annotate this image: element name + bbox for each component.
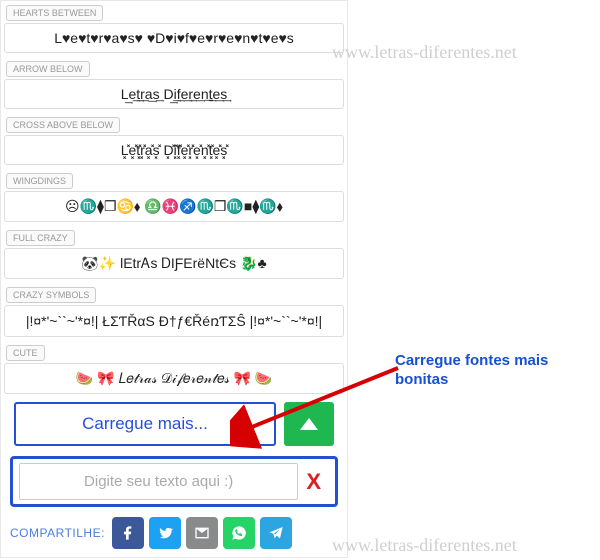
watermark: www.letras-diferentes.net — [332, 42, 517, 63]
caret-up-icon — [300, 418, 318, 430]
share-twitter-button[interactable] — [149, 517, 181, 549]
load-more-button[interactable]: Carregue mais... — [14, 402, 276, 446]
share-whatsapp-button[interactable] — [223, 517, 255, 549]
style-output-wingdings[interactable]: ☹♏⧫❒♋⬧ ♎♓♐♏❒♏■⧫♏⬧ — [4, 191, 344, 222]
style-output-cute[interactable]: 🍉 🎀 𝐿𝑒𝓉𝓇𝒶𝓈 𝒟𝒾𝒻𝑒𝓇𝑒𝓃𝓉𝑒𝓈 🎀 🍉 — [4, 363, 344, 394]
share-facebook-button[interactable] — [112, 517, 144, 549]
annotation-callout: Carregue fontes mais bonitas — [395, 352, 585, 390]
style-block: CROSS ABOVE BELOW L͓̽e͓̽t͓̽r͓̽a͓̽s͓̽ D͓̽… — [4, 115, 344, 165]
style-label: FULL CRAZY — [6, 230, 75, 246]
share-row: COMPARTILHE: — [4, 517, 344, 549]
twitter-icon — [157, 525, 173, 541]
style-block: FULL CRAZY 🐼✨ lEtrᎪs ᎠIƑЕrёNtЄs 🐉♣ — [4, 228, 344, 279]
share-telegram-button[interactable] — [260, 517, 292, 549]
load-more-row: Carregue mais... — [4, 402, 344, 446]
email-icon — [194, 525, 210, 541]
style-output-fullcrazy[interactable]: 🐼✨ lEtrᎪs ᎠIƑЕrёNtЄs 🐉♣ — [4, 248, 344, 279]
style-label: CRAZY SYMBOLS — [6, 287, 96, 303]
watermark: www.letras-diferentes.net — [332, 535, 517, 556]
telegram-icon — [268, 525, 284, 541]
share-email-button[interactable] — [186, 517, 218, 549]
style-block: ARROW BELOW L͢e͢t͢r͢a͢s͢ D͢i͢f͢e͢r͢e͢n͢t… — [4, 59, 344, 109]
share-label: COMPARTILHE: — [10, 526, 105, 540]
whatsapp-icon — [231, 525, 247, 541]
x-icon: X — [306, 469, 321, 494]
style-label: CUTE — [6, 345, 45, 361]
style-label: ARROW BELOW — [6, 61, 90, 77]
style-label: CROSS ABOVE BELOW — [6, 117, 120, 133]
style-block: WINGDINGS ☹♏⧫❒♋⬧ ♎♓♐♏❒♏■⧫♏⬧ — [4, 171, 344, 222]
style-block: CRAZY SYMBOLS |!¤*'~``~'*¤!| ŁΣƬŘαS Ð†ƒ€… — [4, 285, 344, 337]
style-output-hearts[interactable]: L♥e♥t♥r♥a♥s♥ ♥D♥i♥f♥e♥r♥e♥n♥t♥e♥s — [4, 23, 344, 53]
style-block: CUTE 🍉 🎀 𝐿𝑒𝓉𝓇𝒶𝓈 𝒟𝒾𝒻𝑒𝓇𝑒𝓃𝓉𝑒𝓈 🎀 🍉 — [4, 343, 344, 394]
style-label: HEARTS BETWEEN — [6, 5, 103, 21]
style-output-crazysymbols[interactable]: |!¤*'~``~'*¤!| ŁΣƬŘαS Ð†ƒ€ŘéռƬΣŜ |!¤*'~`… — [4, 305, 344, 337]
style-block: HEARTS BETWEEN L♥e♥t♥r♥a♥s♥ ♥D♥i♥f♥e♥r♥e… — [4, 3, 344, 53]
main-text-input[interactable] — [19, 463, 298, 500]
text-input-wrap: X — [10, 456, 338, 507]
scroll-top-button[interactable] — [284, 402, 334, 446]
clear-button[interactable]: X — [298, 469, 329, 495]
style-output-cross[interactable]: L͓̽e͓̽t͓̽r͓̽a͓̽s͓̽ D͓̽i͓̽f͓̽e͓̽r͓̽e͓̽n͓̽… — [4, 135, 344, 165]
style-output-arrow[interactable]: L͢e͢t͢r͢a͢s͢ D͢i͢f͢e͢r͢e͢n͢t͢e͢s͢ — [4, 79, 344, 109]
font-generator-panel: HEARTS BETWEEN L♥e♥t♥r♥a♥s♥ ♥D♥i♥f♥e♥r♥e… — [0, 0, 348, 558]
facebook-icon — [120, 525, 136, 541]
style-label: WINGDINGS — [6, 173, 73, 189]
